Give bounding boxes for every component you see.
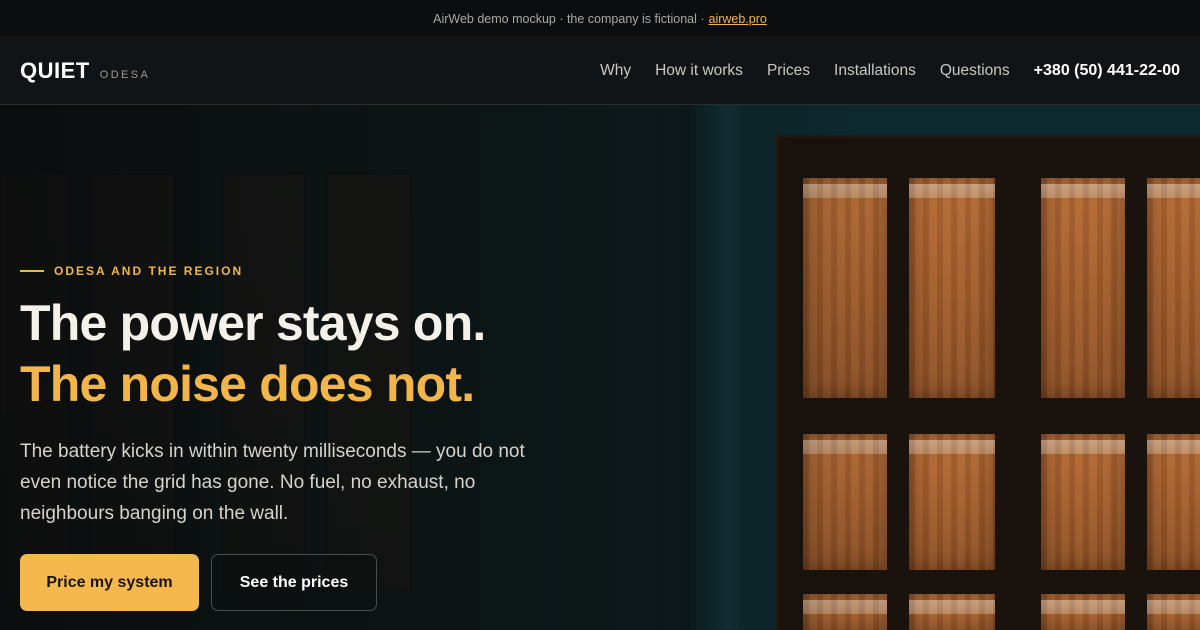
nav-link-installations[interactable]: Installations: [834, 62, 916, 80]
brand-subtitle: ODESA: [99, 69, 151, 81]
hero-section: ODESA AND THE REGION The power stays on.…: [0, 105, 1200, 630]
nav-link-why[interactable]: Why: [600, 62, 631, 80]
nav-links: Why How it works Prices Installations Qu…: [600, 62, 1180, 80]
eyebrow-text: ODESA AND THE REGION: [54, 264, 244, 278]
banner-link[interactable]: airweb.pro: [709, 12, 767, 26]
nav-link-how-it-works[interactable]: How it works: [655, 62, 743, 80]
hero-eyebrow: ODESA AND THE REGION: [20, 264, 243, 278]
phone-link[interactable]: +380 (50) 441-22-00: [1034, 62, 1180, 80]
nav-link-prices[interactable]: Prices: [767, 62, 810, 80]
demo-banner: AirWeb demo mockup · the company is fict…: [0, 0, 1200, 38]
hero-lead-text: The battery kicks in within twenty milli…: [20, 441, 525, 524]
banner-text: AirWeb demo mockup · the company is fict…: [433, 11, 705, 26]
hero-headline-line1: The power stays on.: [20, 295, 486, 351]
eyebrow-rule: [20, 270, 44, 272]
top-nav: QUIET ODESA Why How it works Prices Inst…: [0, 38, 1200, 105]
see-the-prices-button[interactable]: See the prices: [211, 554, 377, 611]
price-my-system-button[interactable]: Price my system: [20, 554, 199, 611]
brand-name: QUIET: [20, 58, 90, 83]
brand-logo[interactable]: QUIET ODESA: [20, 58, 150, 84]
hero-headline-line2: The noise does not.: [20, 356, 475, 412]
nav-link-questions[interactable]: Questions: [940, 62, 1010, 80]
